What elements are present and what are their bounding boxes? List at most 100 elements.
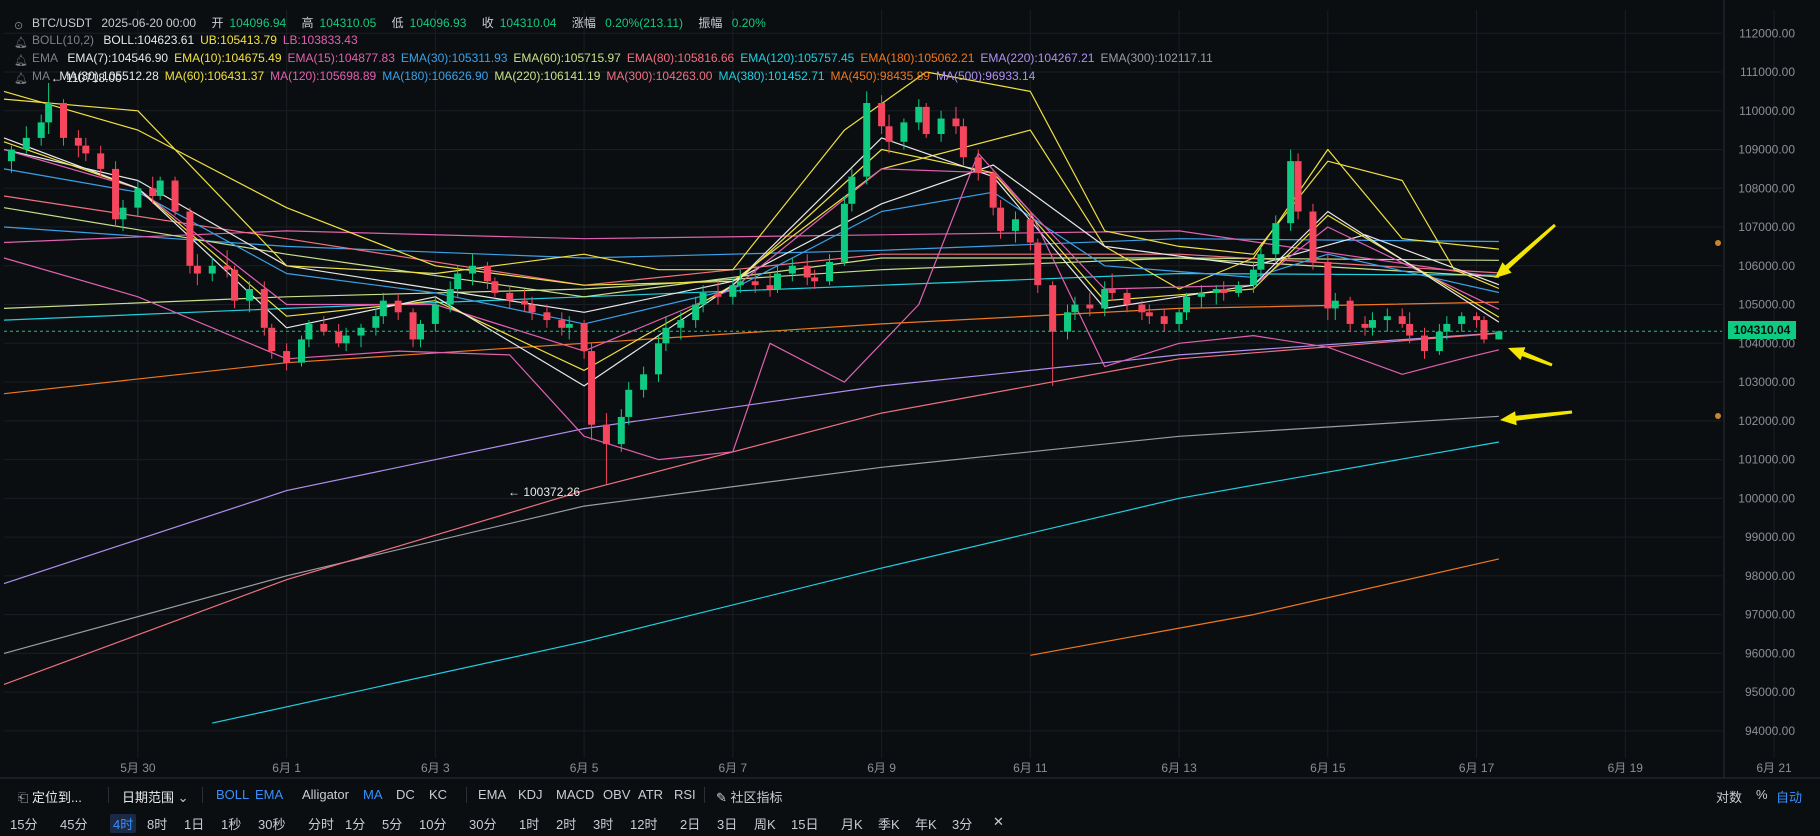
- candle-body: [885, 126, 893, 142]
- candle-body: [208, 265, 216, 274]
- candle-body: [223, 265, 231, 270]
- indicator-alligator[interactable]: Alligator: [302, 787, 349, 802]
- auto-scale-button[interactable]: 自动: [1776, 787, 1802, 806]
- candle-body: [1294, 161, 1302, 212]
- community-label: 社区指标: [730, 790, 783, 805]
- sub-indicator-kdj[interactable]: KDJ: [518, 787, 543, 802]
- ma-value: MA(450):98435.89: [830, 69, 930, 83]
- high-label: 高: [301, 16, 314, 30]
- bell-icon[interactable]: 🔔︎: [14, 72, 28, 85]
- candle-body: [989, 172, 997, 208]
- price-chart[interactable]: 112000.00 111000.00 110000.00 109000.00 1080…: [0, 0, 1820, 836]
- close-icon[interactable]: ✕: [993, 814, 1004, 830]
- ma-value: MA(380):101452.71: [718, 69, 825, 83]
- timeframe-15[interactable]: 12时: [630, 814, 657, 833]
- indicator-kc[interactable]: KC: [429, 787, 447, 802]
- x-tick-label: 6月 11: [1013, 761, 1048, 775]
- timeframe-22[interactable]: 年K: [915, 814, 937, 833]
- sub-indicator-macd[interactable]: MACD: [556, 787, 594, 802]
- indicator-ema[interactable]: EMA: [255, 787, 283, 802]
- bell-icon[interactable]: 🔔︎: [14, 54, 28, 67]
- series-line: [3, 71, 1500, 290]
- x-tick-label: 6月 19: [1608, 761, 1644, 775]
- timeframe-23[interactable]: 3分: [952, 814, 972, 833]
- candle-body: [900, 122, 908, 142]
- indicator-ma[interactable]: MA: [363, 787, 383, 802]
- candle-body: [1183, 296, 1191, 313]
- timeframe-5[interactable]: 1秒: [221, 814, 241, 833]
- timeframe-10[interactable]: 10分: [419, 814, 446, 833]
- y-tick-label: 99000.00: [1745, 530, 1795, 544]
- timeframe-4[interactable]: 1日: [184, 814, 204, 833]
- sub-indicator-atr[interactable]: ATR: [638, 787, 663, 802]
- candle-body: [260, 289, 268, 328]
- candle-body: [915, 106, 923, 123]
- candle-body: [193, 265, 201, 274]
- candlesticks[interactable]: [7, 82, 1503, 484]
- timeframe-7[interactable]: 分时: [308, 814, 334, 833]
- candle-body: [736, 281, 744, 286]
- candle-body: [82, 145, 90, 154]
- candle-body: [1398, 316, 1406, 324]
- timeframe-18[interactable]: 周K: [754, 814, 776, 833]
- y-tick-label: 98000.00: [1745, 569, 1795, 583]
- candle-body: [729, 285, 737, 297]
- locate-button[interactable]: ⎗ 定位到...: [18, 787, 82, 806]
- timeframe-3[interactable]: 8时: [147, 814, 167, 833]
- chart-grid: [0, 0, 1820, 779]
- candle-body: [952, 118, 960, 127]
- x-tick-label: 6月 15: [1310, 761, 1346, 775]
- indicator-dc[interactable]: DC: [396, 787, 415, 802]
- candle-body: [1272, 223, 1280, 255]
- timeframe-9[interactable]: 5分: [382, 814, 402, 833]
- candle-body: [1443, 323, 1451, 332]
- timeframe-6[interactable]: 30秒: [258, 814, 285, 833]
- timeframe-12[interactable]: 1时: [519, 814, 539, 833]
- timeframe-14[interactable]: 3时: [593, 814, 613, 833]
- change-number: 0.20%(213.11): [605, 16, 684, 30]
- timeframe-13[interactable]: 2时: [556, 814, 576, 833]
- candle-body: [840, 203, 848, 262]
- candle-body: [1458, 316, 1466, 324]
- timeframe-21[interactable]: 季K: [878, 814, 900, 833]
- y-tick-label: 102000.00: [1738, 414, 1795, 428]
- candle-body: [320, 323, 328, 332]
- date-range-dropdown[interactable]: 日期范围 ⌄: [122, 787, 189, 806]
- percent-scale-button[interactable]: %: [1756, 787, 1768, 802]
- timeframe-11[interactable]: 30分: [469, 814, 496, 833]
- y-tick-label: 101000.00: [1738, 453, 1795, 467]
- y-tick-label: 96000.00: [1745, 646, 1795, 660]
- candle-body: [186, 211, 194, 266]
- timeframe-8[interactable]: 1分: [345, 814, 365, 833]
- timeframe-17[interactable]: 3日: [717, 814, 737, 833]
- high-number: 104310.05: [319, 16, 377, 30]
- timeframe-16[interactable]: 2日: [680, 814, 700, 833]
- candle-body: [1197, 292, 1205, 297]
- x-tick-label: 6月 5: [570, 761, 599, 775]
- series-line: [3, 141, 1500, 371]
- amplitude-label: 振幅: [698, 16, 723, 30]
- indicator-boll[interactable]: BOLL: [216, 787, 249, 802]
- candle-body: [1064, 312, 1072, 332]
- sub-indicator-obv[interactable]: OBV: [603, 787, 630, 802]
- ema-value: EMA(60):105715.97: [513, 51, 621, 65]
- sub-indicator-ema[interactable]: EMA: [478, 787, 506, 802]
- candle-body: [74, 137, 82, 146]
- ema-value: EMA(7):104546.90: [67, 51, 169, 65]
- candle-body: [580, 323, 588, 352]
- candle-body: [521, 300, 529, 305]
- bell-icon[interactable]: 🔔︎: [14, 36, 28, 49]
- log-scale-button[interactable]: 对数: [1716, 787, 1742, 806]
- timeframe-0[interactable]: 15分: [10, 814, 37, 833]
- locate-icon: ⎗: [18, 790, 29, 805]
- candle-body: [677, 320, 685, 328]
- x-tick-label: 5月 30: [120, 761, 156, 775]
- timeframe-1[interactable]: 45分: [60, 814, 87, 833]
- timeframe-2[interactable]: 4时: [110, 814, 137, 833]
- sub-indicator-rsi[interactable]: RSI: [674, 787, 696, 802]
- timeframe-19[interactable]: 15日: [791, 814, 818, 833]
- candle-body: [625, 389, 633, 417]
- timeframe-20[interactable]: 月K: [841, 814, 863, 833]
- settings-icon[interactable]: ⊙: [14, 19, 26, 32]
- community-indicators-button[interactable]: ✎ 社区指标: [716, 787, 783, 806]
